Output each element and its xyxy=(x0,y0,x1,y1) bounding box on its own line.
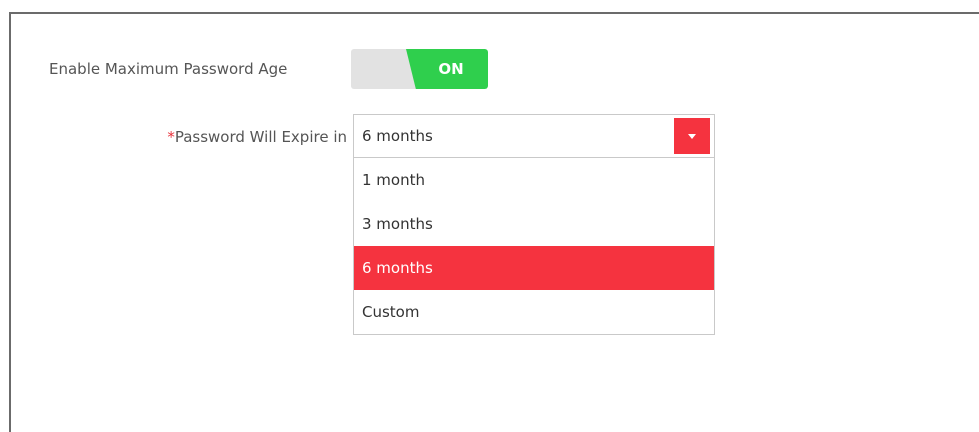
settings-panel: Enable Maximum Password Age ON *Password… xyxy=(9,12,979,432)
required-star: * xyxy=(167,128,175,146)
password-expire-label-text: Password Will Expire in xyxy=(174,128,347,146)
max-password-age-toggle[interactable]: ON xyxy=(351,49,488,89)
password-expire-label: *Password Will Expire in xyxy=(167,128,347,146)
dropdown-option-3-months[interactable]: 3 months xyxy=(354,202,714,246)
dropdown-arrow-button[interactable] xyxy=(674,118,710,154)
dropdown-option-1-month[interactable]: 1 month xyxy=(354,158,714,202)
toggle-on-indicator: ON xyxy=(406,49,488,89)
password-expire-select-box[interactable]: 6 months xyxy=(353,114,715,158)
select-current-value: 6 months xyxy=(362,127,433,145)
dropdown-list: 1 month 3 months 6 months Custom xyxy=(353,158,715,335)
password-expire-select: 6 months 1 month 3 months 6 months Custo… xyxy=(353,114,715,335)
dropdown-option-6-months[interactable]: 6 months xyxy=(354,246,714,290)
chevron-down-icon xyxy=(688,133,696,139)
dropdown-option-custom[interactable]: Custom xyxy=(354,290,714,334)
max-password-age-label: Enable Maximum Password Age xyxy=(49,60,288,78)
